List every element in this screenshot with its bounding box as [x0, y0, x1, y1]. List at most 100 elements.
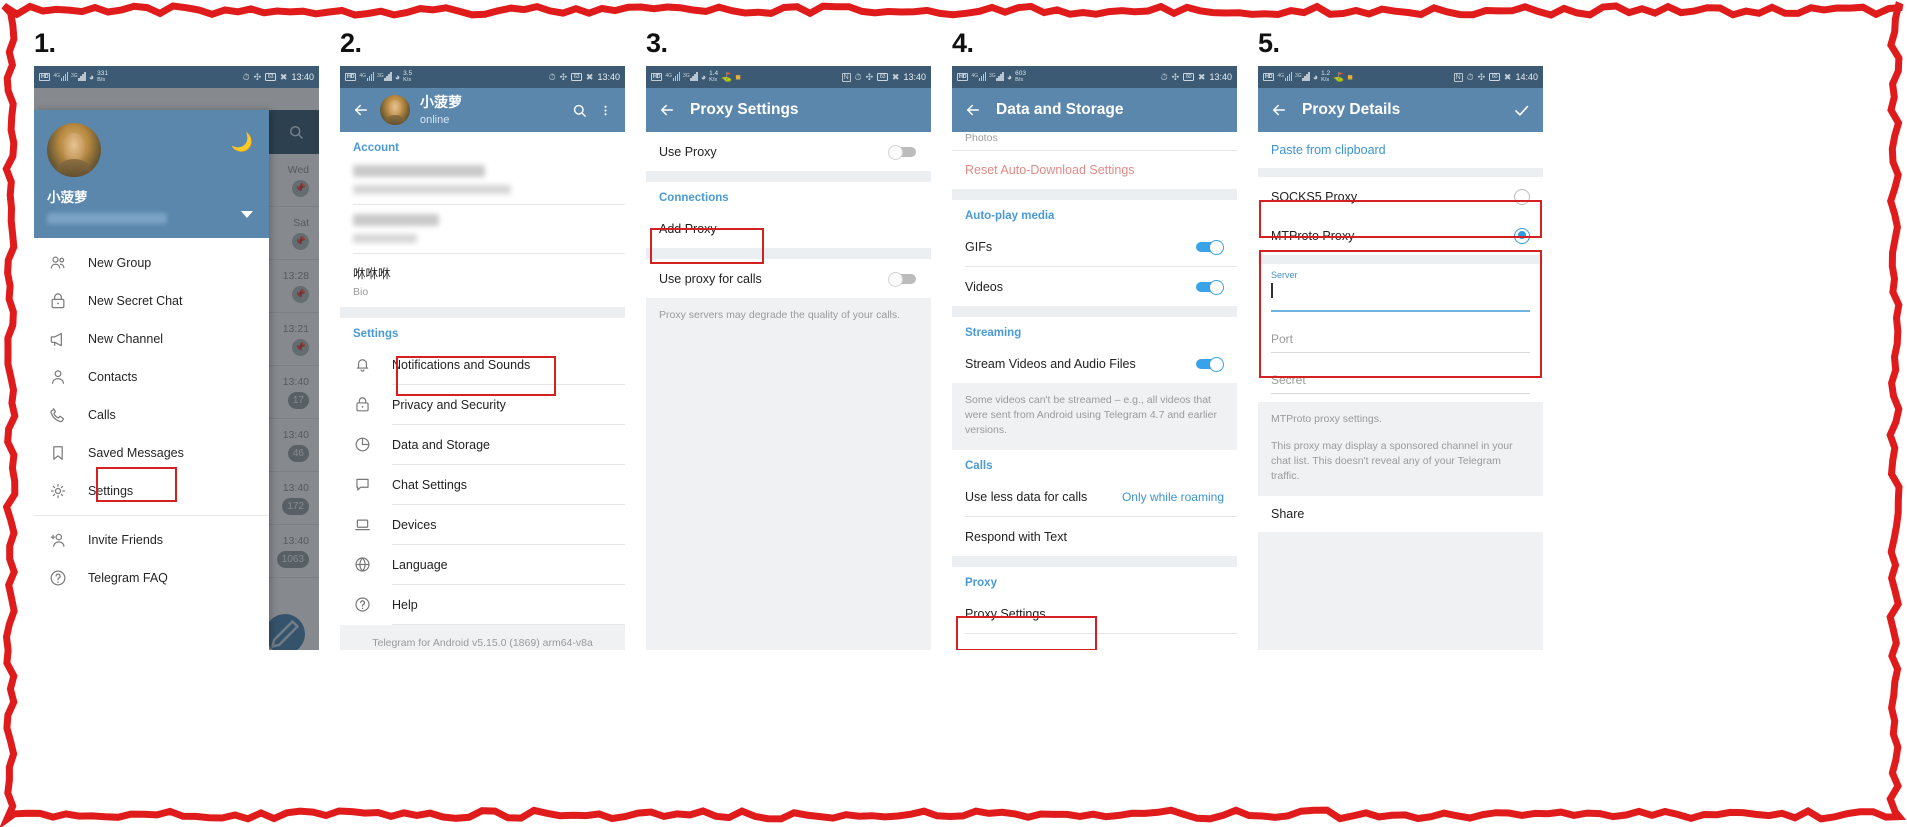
- panel-5: 5. HD 4G 3G ◕ 1.2 K/s ⛳ ■ N ⏱ ✣ 60 ✖ 14:40 Proxy Detail…: [1242, 28, 1547, 827]
- back-arrow-icon[interactable]: [964, 101, 982, 119]
- field-secret[interactable]: Secret: [1258, 355, 1543, 396]
- settings-item-chat-settings[interactable]: Chat Settings: [340, 465, 625, 504]
- row-proxy-settings[interactable]: Proxy Settings: [952, 594, 1237, 633]
- section-settings: Settings: [340, 318, 625, 345]
- drawer-item-new-channel[interactable]: New Channel: [34, 320, 269, 358]
- wifi-icon: ◕: [1312, 71, 1319, 82]
- hd-icon: HD: [39, 73, 51, 81]
- less-data-value[interactable]: Only while roaming: [1122, 490, 1224, 504]
- check-icon[interactable]: [1512, 101, 1531, 120]
- settings-item-language[interactable]: Language: [340, 545, 625, 584]
- drawer-item-new-group[interactable]: New Group: [34, 244, 269, 282]
- sim2-icon: 3G: [1295, 71, 1310, 83]
- avatar[interactable]: [47, 123, 101, 177]
- data-rate: 1.4 K/s: [709, 70, 719, 83]
- settings-item-privacy-and-security[interactable]: Privacy and Security: [340, 385, 625, 424]
- row-respond-with-text[interactable]: Respond with Text: [952, 517, 1237, 556]
- bio-value: 咻咻咻: [353, 267, 391, 281]
- row-use-proxy-for-calls[interactable]: Use proxy for calls: [646, 259, 931, 298]
- globe-icon: [353, 555, 372, 574]
- row-add-proxy[interactable]: Add Proxy: [646, 209, 931, 248]
- alarm-icon: ⏱: [548, 71, 556, 82]
- share-label: Share: [1271, 507, 1305, 521]
- navigation-drawer: 🌙 小菠萝 New Group New Secret Chat New Channel C…: [34, 110, 269, 650]
- hd-icon: HD: [345, 73, 357, 81]
- settings-item-devices[interactable]: Devices: [340, 505, 625, 544]
- battery-icon: 63: [265, 73, 276, 81]
- avatar[interactable]: [380, 95, 410, 125]
- bell-icon: [353, 355, 372, 374]
- bluetooth-icon: ✣: [559, 71, 568, 82]
- section-streaming: Streaming: [952, 317, 1237, 344]
- app-bar: Proxy Settings: [646, 88, 931, 132]
- search-icon[interactable]: [571, 102, 588, 119]
- drawer-item-invite-friends[interactable]: Invite Friends: [34, 521, 269, 559]
- chevron-down-icon[interactable]: [241, 211, 253, 218]
- settings-item-help[interactable]: Help: [340, 585, 625, 624]
- help-icon: [48, 568, 68, 588]
- more-vert-icon[interactable]: [598, 102, 613, 119]
- mtproto-radio[interactable]: [1514, 227, 1530, 244]
- username-blurred: [353, 214, 439, 226]
- row-stream-videos[interactable]: Stream Videos and Audio Files: [952, 344, 1237, 383]
- empty-area: [646, 335, 931, 650]
- section-gap: [340, 307, 625, 318]
- panel-4: 4. HD 4G 3G ◕ 603 B/s ⏱ ✣ 60 ✖ 13:40 Data and Storag…: [936, 28, 1241, 827]
- back-arrow-icon[interactable]: [352, 101, 370, 119]
- stream-toggle[interactable]: [1194, 356, 1224, 372]
- back-arrow-icon[interactable]: [658, 101, 676, 119]
- phone-icon: [48, 405, 68, 425]
- moon-icon[interactable]: 🌙: [231, 132, 253, 153]
- field-port[interactable]: Port: [1258, 314, 1543, 355]
- server-label: Server: [1271, 270, 1298, 280]
- bio-row[interactable]: 咻咻咻 Bio: [340, 254, 625, 307]
- data-rate: 1.2 K/s: [1321, 70, 1331, 83]
- videos-toggle[interactable]: [1194, 279, 1224, 295]
- drawer-item-telegram-faq[interactable]: Telegram FAQ: [34, 559, 269, 597]
- drawer-item-contacts[interactable]: Contacts: [34, 358, 269, 396]
- socks5-radio[interactable]: [1514, 188, 1530, 205]
- row-use-proxy[interactable]: Use Proxy: [646, 132, 931, 171]
- add-proxy-label: Add Proxy: [659, 221, 717, 236]
- data-rate: 331 B/s: [97, 70, 108, 83]
- battery-icon: 63: [571, 73, 582, 81]
- paste-label: Paste from clipboard: [1271, 143, 1386, 157]
- drawer-item-settings[interactable]: Settings: [34, 472, 269, 510]
- phone-number-row[interactable]: [340, 159, 625, 204]
- row-share[interactable]: Share: [1258, 496, 1543, 532]
- phone-number-blurred: [353, 165, 485, 177]
- app-icon: ■: [735, 72, 741, 82]
- row-use-less-data[interactable]: Use less data for calls Only while roamin…: [952, 477, 1237, 516]
- username-row[interactable]: [340, 205, 625, 253]
- row-videos[interactable]: Videos: [952, 267, 1237, 306]
- drawer-item-saved-messages[interactable]: Saved Messages: [34, 434, 269, 472]
- section-gap: [952, 556, 1237, 567]
- row-socks5-proxy[interactable]: SOCKS5 Proxy: [1258, 177, 1543, 216]
- settings-item-label: Help: [392, 597, 418, 612]
- screenshot-root: 1.HD4G3G◕331B/s⏱✣63✖13:40Wed📌Sat📌13:28📌1…: [0, 0, 1907, 827]
- bluetooth-icon: ✣: [865, 71, 874, 82]
- gifs-toggle[interactable]: [1194, 239, 1224, 255]
- settings-item-data-and-storage[interactable]: Data and Storage: [340, 425, 625, 464]
- page-title: Proxy Settings: [690, 101, 799, 118]
- settings-item-notifications-and-sounds[interactable]: Notifications and Sounds: [340, 345, 625, 384]
- less-data-label: Use less data for calls: [965, 489, 1088, 504]
- row-paste-from-clipboard[interactable]: Paste from clipboard: [1258, 132, 1543, 168]
- drawer-item-label: New Secret Chat: [88, 294, 183, 308]
- section-gap: [1258, 168, 1543, 177]
- proxy-settings-label: Proxy Settings: [965, 606, 1046, 621]
- field-server[interactable]: Server: [1258, 264, 1543, 314]
- back-arrow-icon[interactable]: [1270, 101, 1288, 119]
- row-gifs[interactable]: GIFs: [952, 227, 1237, 266]
- status-bar: HD 4G 3G ◕ 1.2 K/s ⛳ ■ N ⏱ ✣ 60 ✖ 14:40: [1258, 66, 1543, 88]
- drawer-item-new-secret-chat[interactable]: New Secret Chat: [34, 282, 269, 320]
- row-reset-auto-download[interactable]: Reset Auto-Download Settings: [952, 151, 1237, 189]
- use-proxy-toggle[interactable]: [888, 144, 918, 160]
- row-mtproto-proxy[interactable]: MTProto Proxy: [1258, 216, 1543, 255]
- wifi-icon: ◕: [88, 71, 95, 82]
- drawer-item-calls[interactable]: Calls: [34, 396, 269, 434]
- use-proxy-calls-toggle[interactable]: [888, 271, 918, 287]
- settings-item-label: Language: [392, 557, 448, 572]
- phone-hint-blurred: [353, 185, 511, 194]
- section-autoplay-media: Auto-play media: [952, 200, 1237, 227]
